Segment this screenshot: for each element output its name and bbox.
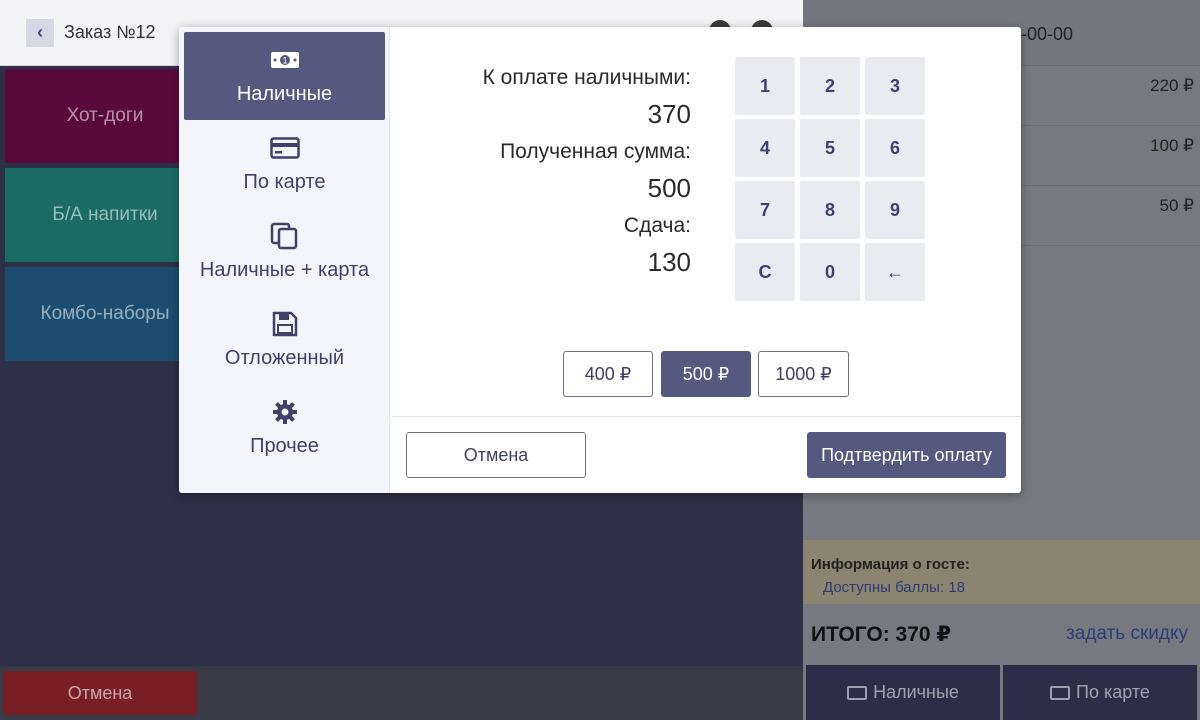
- payment-amounts: К оплате наличными: 370 Полученная сумма…: [391, 59, 691, 281]
- method-card[interactable]: По карте: [184, 120, 385, 208]
- total-row: ИТОГО: 370 ₽ задать скидку: [803, 604, 1200, 664]
- gear-icon: [270, 399, 300, 425]
- back-button[interactable]: ‹: [26, 18, 54, 47]
- bottom-bar: Отмена: [0, 666, 803, 720]
- pay-cash-label: Наличные: [873, 682, 959, 702]
- key-2[interactable]: 2: [800, 57, 860, 115]
- key-0[interactable]: 0: [800, 243, 860, 301]
- amount-due-label: К оплате наличными:: [482, 66, 691, 89]
- cancel-order-button[interactable]: Отмена: [3, 671, 197, 715]
- key-3[interactable]: 3: [865, 57, 925, 115]
- key-9[interactable]: 9: [865, 181, 925, 239]
- chevron-left-icon: ‹: [37, 22, 43, 42]
- amount-received-label: Полученная сумма:: [500, 140, 691, 163]
- payment-dialog: 1 Наличные По карте Наличные + карта Отл…: [179, 27, 1021, 493]
- pay-cash-button[interactable]: Наличные: [806, 665, 1000, 720]
- guest-info: Информация о госте: Доступны баллы: 18: [803, 540, 1200, 604]
- change-value: 130: [647, 247, 691, 277]
- category-combo[interactable]: Комбо-наборы: [5, 267, 205, 361]
- save-icon: [270, 311, 300, 337]
- method-cash-card-label: Наличные + карта: [199, 258, 370, 281]
- method-deferred[interactable]: Отложенный: [184, 296, 385, 384]
- quick-amount-400[interactable]: 400 ₽: [563, 351, 653, 397]
- order-line-price: 100 ₽: [1150, 136, 1194, 155]
- key-clear[interactable]: C: [735, 243, 795, 301]
- key-7[interactable]: 7: [735, 181, 795, 239]
- method-cash-label: Наличные: [236, 82, 333, 105]
- card-icon: [1050, 685, 1071, 700]
- card-icon: [269, 135, 300, 161]
- set-discount-link[interactable]: задать скидку: [1066, 623, 1188, 645]
- key-8[interactable]: 8: [800, 181, 860, 239]
- key-6[interactable]: 6: [865, 119, 925, 177]
- quick-amount-1000[interactable]: 1000 ₽: [758, 351, 849, 397]
- method-other[interactable]: Прочее: [184, 384, 385, 472]
- method-other-label: Прочее: [250, 434, 319, 457]
- quick-amount-500[interactable]: 500 ₽: [661, 351, 751, 397]
- category-drinks[interactable]: Б/А напитки: [5, 168, 205, 262]
- amount-received-value: 500: [647, 173, 691, 203]
- key-5[interactable]: 5: [800, 119, 860, 177]
- order-line-price: 50 ₽: [1159, 196, 1194, 215]
- amount-due-value: 370: [647, 99, 691, 129]
- category-hotdogs[interactable]: Хот-доги: [5, 69, 205, 163]
- divider: [391, 416, 1021, 417]
- pay-card-button[interactable]: По карте: [1003, 665, 1197, 720]
- method-cash-card[interactable]: Наличные + карта: [184, 208, 385, 296]
- order-total: ИТОГО: 370 ₽: [811, 622, 952, 646]
- payment-buttons: Наличные По карте: [803, 664, 1200, 720]
- method-cash[interactable]: 1 Наличные: [184, 32, 385, 120]
- confirm-payment-button[interactable]: Подтвердить оплату: [807, 432, 1006, 478]
- change-label: Сдача:: [623, 214, 691, 237]
- key-1[interactable]: 1: [735, 57, 795, 115]
- payment-method-list: 1 Наличные По карте Наличные + карта Отл…: [179, 27, 390, 493]
- numeric-keypad: 1 2 3 4 5 6 7 8 9 C 0 ←: [735, 57, 925, 301]
- pay-card-label: По карте: [1076, 682, 1150, 702]
- guest-info-title: Информация о госте:: [811, 556, 970, 573]
- key-backspace[interactable]: ←: [865, 243, 925, 301]
- arrow-left-icon: ←: [886, 261, 904, 282]
- key-4[interactable]: 4: [735, 119, 795, 177]
- guest-points: Доступны баллы: 18: [823, 579, 965, 596]
- copy-icon: [270, 222, 300, 249]
- method-deferred-label: Отложенный: [224, 346, 345, 369]
- method-card-label: По карте: [243, 170, 326, 193]
- cancel-button[interactable]: Отмена: [406, 432, 586, 478]
- cash-icon: 1: [270, 47, 300, 73]
- order-line-price: 220 ₽: [1150, 76, 1194, 95]
- order-title: Заказ №12: [64, 22, 156, 42]
- cash-icon: [847, 685, 868, 700]
- customer-phone: -00-00: [1021, 24, 1074, 44]
- svg-text:1: 1: [282, 55, 287, 65]
